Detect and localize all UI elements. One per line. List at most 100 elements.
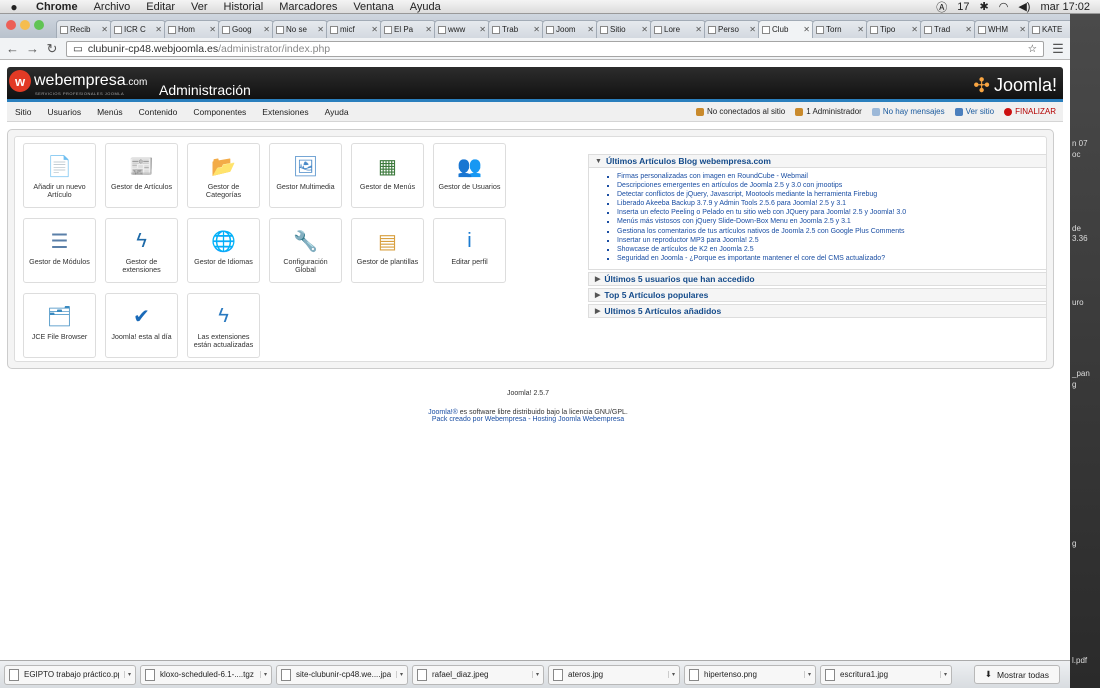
quick-icon-language-manager[interactable]: 🌐 Gestor de Idiomas [187, 218, 260, 283]
pane-blog-header[interactable]: ▼ Últimos Artículos Blog webempresa.com [588, 154, 1047, 168]
logout-link[interactable]: FINALIZAR [1015, 107, 1056, 116]
quick-icon-menu-manager[interactable]: ▦ Gestor de Menús [351, 143, 424, 208]
browser-tab[interactable]: Torn ✕ [812, 20, 868, 38]
menu-usuarios[interactable]: Usuarios [40, 107, 90, 117]
tab-close-icon[interactable]: ✕ [479, 25, 486, 34]
view-site-link[interactable]: Ver sitio [966, 107, 994, 116]
blog-article-link[interactable]: Descripciones emergentes en artículos de… [617, 181, 1046, 190]
browser-tab[interactable]: ICR C ✕ [110, 20, 166, 38]
quick-icon-user-manager[interactable]: 👥 Gestor de Usuarios [433, 143, 506, 208]
quick-icon-joomla-update[interactable]: ✔ Joomla! esta al día [105, 293, 178, 358]
tab-close-icon[interactable]: ✕ [317, 25, 324, 34]
tab-close-icon[interactable]: ✕ [911, 25, 918, 34]
browser-tab[interactable]: WHM ✕ [974, 20, 1030, 38]
chevron-down-icon[interactable]: ▾ [939, 671, 947, 678]
browser-tab[interactable]: Trad ✕ [920, 20, 976, 38]
quick-icon-article-manager[interactable]: 📰 Gestor de Artículos [105, 143, 178, 208]
blog-article-link[interactable]: Seguridad en Joomla - ¿Porque es importa… [617, 254, 1046, 263]
minimize-window-button[interactable] [20, 20, 30, 30]
webempresa-logo[interactable]: w webempresa.com SERVICIOS PROFESIONALES… [9, 70, 147, 96]
download-item[interactable]: EGIPTO trabajo práctico.ppt ▾ [4, 664, 136, 685]
browser-tab[interactable]: El Pa ✕ [380, 20, 436, 38]
quick-icon-extensions-updated[interactable]: ϟ Las extensiones están actualizadas [187, 293, 260, 358]
tab-close-icon[interactable]: ✕ [263, 25, 270, 34]
download-item[interactable]: rafael_diaz.jpeg ▾ [412, 664, 544, 685]
quick-icon-jce-browser[interactable]: 🗂 JCE File Browser [23, 293, 96, 358]
browser-tab[interactable]: Perso ✕ [704, 20, 760, 38]
forward-button[interactable]: → [26, 41, 39, 56]
browser-tab[interactable]: micf ✕ [326, 20, 382, 38]
bookmark-star-icon[interactable]: ☆ [1028, 43, 1037, 55]
chevron-down-icon[interactable]: ▾ [803, 671, 811, 678]
blog-article-link[interactable]: Gestiona los comentarios de tus artículo… [617, 227, 1046, 236]
tab-close-icon[interactable]: ✕ [857, 25, 864, 34]
pane-popular-header[interactable]: ▶ Top 5 Artículos populares [588, 287, 1047, 302]
tab-close-icon[interactable]: ✕ [425, 25, 432, 34]
reload-button[interactable]: ↻ [46, 41, 58, 57]
menu-ayuda[interactable]: Ayuda [402, 1, 449, 13]
pane-latest-header[interactable]: ▶ Ultimos 5 Artículos añadidos [588, 303, 1047, 318]
browser-tab[interactable]: Lore ✕ [650, 20, 706, 38]
browser-tab[interactable]: www ✕ [434, 20, 490, 38]
browser-tab[interactable]: Trab ✕ [488, 20, 544, 38]
menu-editar[interactable]: Editar [138, 1, 183, 13]
wifi-icon[interactable]: ◠ [999, 0, 1009, 13]
volume-icon[interactable]: ◀) [1018, 0, 1030, 13]
tab-close-icon[interactable]: ✕ [587, 25, 594, 34]
tab-close-icon[interactable]: ✕ [155, 25, 162, 34]
chevron-down-icon[interactable]: ▾ [395, 671, 403, 678]
download-item[interactable]: kloxo-scheduled-6.1-....tgz ▾ [140, 664, 272, 685]
blog-article-link[interactable]: Showcase de artículos de K2 en Joomla 2.… [617, 245, 1046, 254]
chrome-menu-icon[interactable]: ☰ [1052, 41, 1064, 57]
browser-tab[interactable]: Sitio ✕ [596, 20, 652, 38]
app-menu[interactable]: Chrome [28, 1, 86, 13]
blog-article-link[interactable]: Liberado Akeeba Backup 3.7.9 y Admin Too… [617, 199, 1046, 208]
pack-credit-link[interactable]: Pack creado por Webempresa - Hosting Joo… [0, 416, 1056, 423]
menu-menus[interactable]: Menús [89, 107, 131, 117]
browser-tab[interactable]: Recib ✕ [56, 20, 112, 38]
menu-marcadores[interactable]: Marcadores [271, 1, 345, 13]
menu-historial[interactable]: Historial [216, 1, 272, 13]
blog-article-link[interactable]: Menús más vistosos con jQuery Slide-Down… [617, 217, 1046, 226]
joomla-link[interactable]: Joomla!® [428, 409, 458, 416]
tab-close-icon[interactable]: ✕ [1019, 25, 1026, 34]
clock[interactable]: mar 17:02 [1040, 1, 1090, 13]
browser-tab[interactable]: Goog ✕ [218, 20, 274, 38]
tab-close-icon[interactable]: ✕ [641, 25, 648, 34]
quick-icon-module-manager[interactable]: ☰ Gestor de Módulos [23, 218, 96, 283]
blog-article-link[interactable]: Inserta un efecto Peeling o Pelado en tu… [617, 208, 1046, 217]
tab-close-icon[interactable]: ✕ [371, 25, 378, 34]
tab-close-icon[interactable]: ✕ [749, 25, 756, 34]
back-button[interactable]: ← [6, 41, 19, 56]
zoom-window-button[interactable] [34, 20, 44, 30]
download-item[interactable]: site-clubunir-cp48.we....jpa ▾ [276, 664, 408, 685]
menu-ayuda-admin[interactable]: Ayuda [317, 107, 357, 117]
menu-ventana[interactable]: Ventana [345, 1, 401, 13]
chevron-down-icon[interactable]: ▾ [123, 671, 131, 678]
browser-tab[interactable]: Hom ✕ [164, 20, 220, 38]
quick-icon-global-config[interactable]: 🔧 Configuración Global [269, 218, 342, 283]
browser-tab[interactable]: Club ✕ [758, 20, 814, 38]
download-item[interactable]: escritura1.jpg ▾ [820, 664, 952, 685]
browser-tab[interactable]: No se ✕ [272, 20, 328, 38]
close-window-button[interactable] [6, 20, 16, 30]
apple-icon[interactable]: ● [0, 0, 28, 14]
blog-article-link[interactable]: Firmas personalizadas con imagen en Roun… [617, 172, 1046, 181]
tab-close-icon[interactable]: ✕ [209, 25, 216, 34]
tab-close-icon[interactable]: ✕ [965, 25, 972, 34]
menu-archivo[interactable]: Archivo [86, 1, 139, 13]
menu-extensiones[interactable]: Extensiones [254, 107, 316, 117]
pane-users-header[interactable]: ▶ Últimos 5 usuarios que han accedido [588, 271, 1047, 286]
menu-contenido[interactable]: Contenido [131, 107, 186, 117]
quick-icon-category-manager[interactable]: 📂 Gestor de Categorías [187, 143, 260, 208]
tab-close-icon[interactable]: ✕ [533, 25, 540, 34]
chevron-down-icon[interactable]: ▾ [667, 671, 675, 678]
menu-sitio[interactable]: Sitio [7, 107, 40, 117]
quick-icon-template-manager[interactable]: ▤ Gestor de plantillas [351, 218, 424, 283]
download-item[interactable]: ateros.jpg ▾ [548, 664, 680, 685]
browser-tab[interactable]: Joom ✕ [542, 20, 598, 38]
tab-close-icon[interactable]: ✕ [101, 25, 108, 34]
blog-article-link[interactable]: Detectar conflictos de jQuery, Javascrip… [617, 190, 1046, 199]
menu-componentes[interactable]: Componentes [185, 107, 254, 117]
bluetooth-icon[interactable]: ✱ [980, 0, 989, 13]
